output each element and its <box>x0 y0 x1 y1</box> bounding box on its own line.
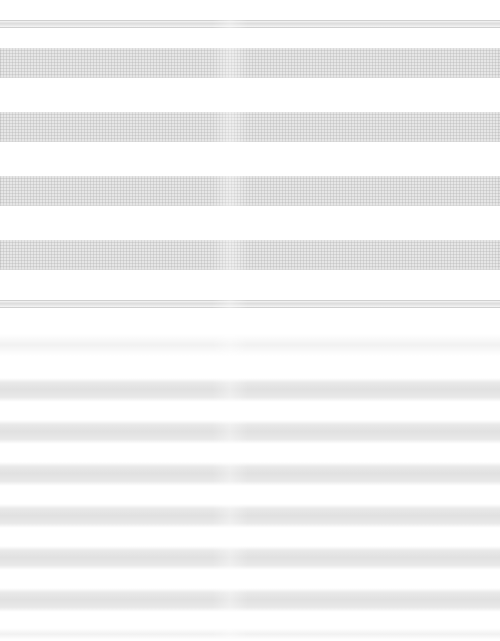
blind-photo <box>0 0 500 641</box>
stripe-mesh <box>0 240 500 270</box>
stripe-faint <box>0 334 500 356</box>
stripe-mesh <box>0 176 500 206</box>
stripe-smooth <box>0 546 500 570</box>
stripe-smooth <box>0 378 500 402</box>
light-glare <box>212 0 248 641</box>
stripe-rail <box>0 300 500 308</box>
stripe-mesh <box>0 48 500 78</box>
stripe-smooth <box>0 588 500 612</box>
stripe-smooth <box>0 420 500 444</box>
stripe-smooth <box>0 504 500 528</box>
stripe-mesh <box>0 112 500 142</box>
stripe-faint <box>0 628 500 640</box>
stripe-smooth <box>0 462 500 486</box>
stripe-rail <box>0 20 500 28</box>
